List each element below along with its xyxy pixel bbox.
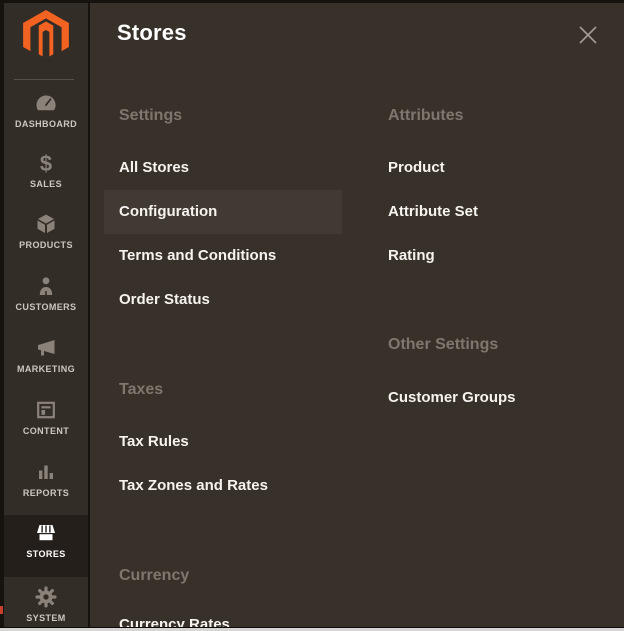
menu-item-configuration[interactable]: Configuration <box>104 190 342 234</box>
close-icon[interactable] <box>576 23 600 47</box>
dollar-icon: $ <box>34 151 58 175</box>
person-icon <box>34 274 58 298</box>
admin-sidebar: DASHBOARD $ SALES PRODUCTS CUSTOMERS MAR… <box>4 3 88 627</box>
sidebar-item-label: SALES <box>30 179 62 189</box>
section-header-taxes: Taxes <box>119 380 163 400</box>
left-edge-artifact <box>0 606 3 614</box>
menu-item-rating[interactable]: Rating <box>372 234 610 278</box>
bar-chart-icon <box>34 460 58 484</box>
sidebar-item-label: PRODUCTS <box>19 240 73 250</box>
sidebar-item-label: SYSTEM <box>26 613 65 623</box>
flyout-title: Stores <box>117 20 187 46</box>
menu-item-tax-rules[interactable]: Tax Rules <box>104 420 342 464</box>
menu-item-currency-rates[interactable]: Currency Rates <box>104 603 342 627</box>
menu-item-product[interactable]: Product <box>372 146 610 190</box>
svg-text:$: $ <box>40 151 52 175</box>
dashboard-gauge-icon <box>34 91 58 115</box>
megaphone-icon <box>34 336 58 360</box>
menu-item-all-stores[interactable]: All Stores <box>104 146 342 190</box>
sidebar-item-label: STORES <box>26 549 65 559</box>
magento-admin-stores-menu-screen: DASHBOARD $ SALES PRODUCTS CUSTOMERS MAR… <box>0 0 624 631</box>
menu-item-tax-zones-and-rates[interactable]: Tax Zones and Rates <box>104 464 342 508</box>
sidebar-item-reports[interactable]: REPORTS <box>4 460 88 498</box>
gear-icon <box>34 585 58 609</box>
stores-flyout-menu: Stores Settings All Stores Configuration… <box>90 3 624 627</box>
sidebar-item-sales[interactable]: $ SALES <box>4 151 88 189</box>
sidebar-item-label: REPORTS <box>23 488 69 498</box>
layout-icon <box>34 398 58 422</box>
section-header-currency: Currency <box>119 566 189 586</box>
menu-item-order-status[interactable]: Order Status <box>104 278 342 322</box>
magento-logo[interactable] <box>20 9 72 61</box>
menu-item-customer-groups[interactable]: Customer Groups <box>372 376 610 420</box>
sidebar-divider <box>14 79 74 80</box>
page-behind-strip <box>0 627 624 631</box>
section-header-other-settings: Other Settings <box>388 335 498 355</box>
sidebar-item-label: MARKETING <box>17 364 75 374</box>
sidebar-item-dashboard[interactable]: DASHBOARD <box>4 91 88 129</box>
sidebar-item-label: CONTENT <box>23 426 69 436</box>
sidebar-item-label: DASHBOARD <box>15 119 77 129</box>
sidebar-item-customers[interactable]: CUSTOMERS <box>4 274 88 312</box>
box-icon <box>34 212 58 236</box>
menu-item-attribute-set[interactable]: Attribute Set <box>372 190 610 234</box>
sidebar-item-content[interactable]: CONTENT <box>4 398 88 436</box>
sidebar-item-label: CUSTOMERS <box>16 302 77 312</box>
section-header-attributes: Attributes <box>388 106 464 126</box>
storefront-icon <box>34 521 58 545</box>
sidebar-item-stores[interactable]: STORES <box>4 515 88 577</box>
menu-item-terms-and-conditions[interactable]: Terms and Conditions <box>104 234 342 278</box>
section-header-settings: Settings <box>119 106 182 126</box>
magento-logo-icon <box>20 9 72 61</box>
sidebar-item-products[interactable]: PRODUCTS <box>4 212 88 250</box>
sidebar-item-system[interactable]: SYSTEM <box>4 585 88 623</box>
sidebar-item-marketing[interactable]: MARKETING <box>4 336 88 374</box>
